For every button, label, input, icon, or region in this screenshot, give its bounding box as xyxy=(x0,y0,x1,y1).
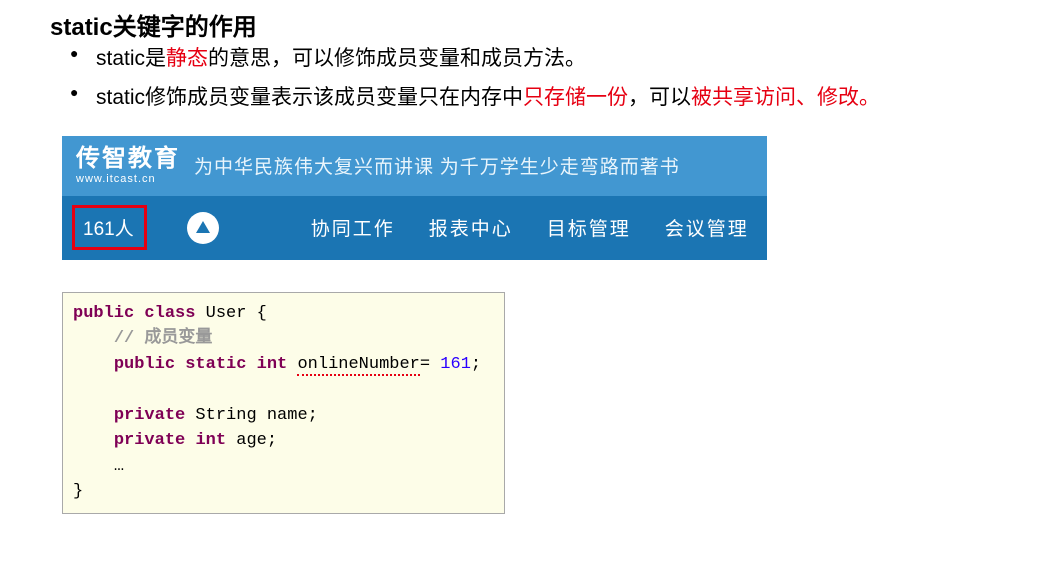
kw: static xyxy=(185,355,246,374)
text-highlight: 被共享访问、修改。 xyxy=(691,86,880,109)
kw: private xyxy=(114,406,185,425)
text: static修饰成员变量表示该成员变量只在内存中 xyxy=(96,86,523,109)
nav-item-goal[interactable]: 目标管理 xyxy=(547,214,631,241)
code-text: age; xyxy=(226,431,277,450)
triangle-up-icon xyxy=(196,221,210,233)
code-text: … xyxy=(114,457,124,476)
text: ，可以 xyxy=(628,86,691,109)
bullet-1: static是静态的意思，可以修饰成员变量和成员方法。 xyxy=(80,40,1039,79)
code-text: String xyxy=(185,406,267,425)
text-highlight: 只存储一份 xyxy=(523,86,628,109)
online-count-badge: 161人 xyxy=(72,205,147,250)
logo-text-url: www.itcast.cn xyxy=(76,173,180,185)
bullet-2: static修饰成员变量表示该成员变量只在内存中只存储一份，可以被共享访问、修改… xyxy=(80,79,1039,118)
screenshot-banner: 传智教育 www.itcast.cn 为中华民族伟大复兴而讲课 为千万学生少走弯… xyxy=(62,136,767,260)
comment: // 成员变量 xyxy=(114,329,213,348)
logo: 传智教育 www.itcast.cn xyxy=(76,146,180,184)
code-text: = xyxy=(420,355,440,374)
code-text: User { xyxy=(195,304,266,323)
text-highlight: 静态 xyxy=(166,47,208,70)
logo-text-cn: 传智教育 xyxy=(76,146,180,172)
kw: class xyxy=(144,304,195,323)
nav-item-meeting[interactable]: 会议管理 xyxy=(665,214,749,241)
text: static是 xyxy=(96,47,166,70)
code-text: ; xyxy=(471,355,481,374)
code-block: public class User { // 成员变量 public stati… xyxy=(62,292,505,514)
banner-header: 传智教育 www.itcast.cn 为中华民族伟大复兴而讲课 为千万学生少走弯… xyxy=(62,136,767,196)
bullet-list: static是静态的意思，可以修饰成员变量和成员方法。 static修饰成员变量… xyxy=(50,40,1039,118)
kw: public xyxy=(114,355,175,374)
kw: public xyxy=(73,304,134,323)
kw: int xyxy=(257,355,288,374)
code-text: name; xyxy=(267,406,318,425)
num-literal: 161 xyxy=(440,355,471,374)
online-count-value: 161人 xyxy=(83,214,134,241)
nav-item-collab[interactable]: 协同工作 xyxy=(311,214,395,241)
text: 的意思，可以修饰成员变量和成员方法。 xyxy=(208,47,586,70)
field-name: onlineNumber xyxy=(297,355,419,376)
code-text: } xyxy=(73,482,83,501)
slogan-text: 为中华民族伟大复兴而讲课 为千万学生少走弯路而著书 xyxy=(194,152,680,179)
kw: private xyxy=(114,431,185,450)
nav-bar: 161人 协同工作 报表中心 目标管理 会议管理 xyxy=(62,196,767,260)
kw: int xyxy=(195,431,226,450)
nav-icon xyxy=(187,212,219,244)
nav-item-report[interactable]: 报表中心 xyxy=(429,214,513,241)
